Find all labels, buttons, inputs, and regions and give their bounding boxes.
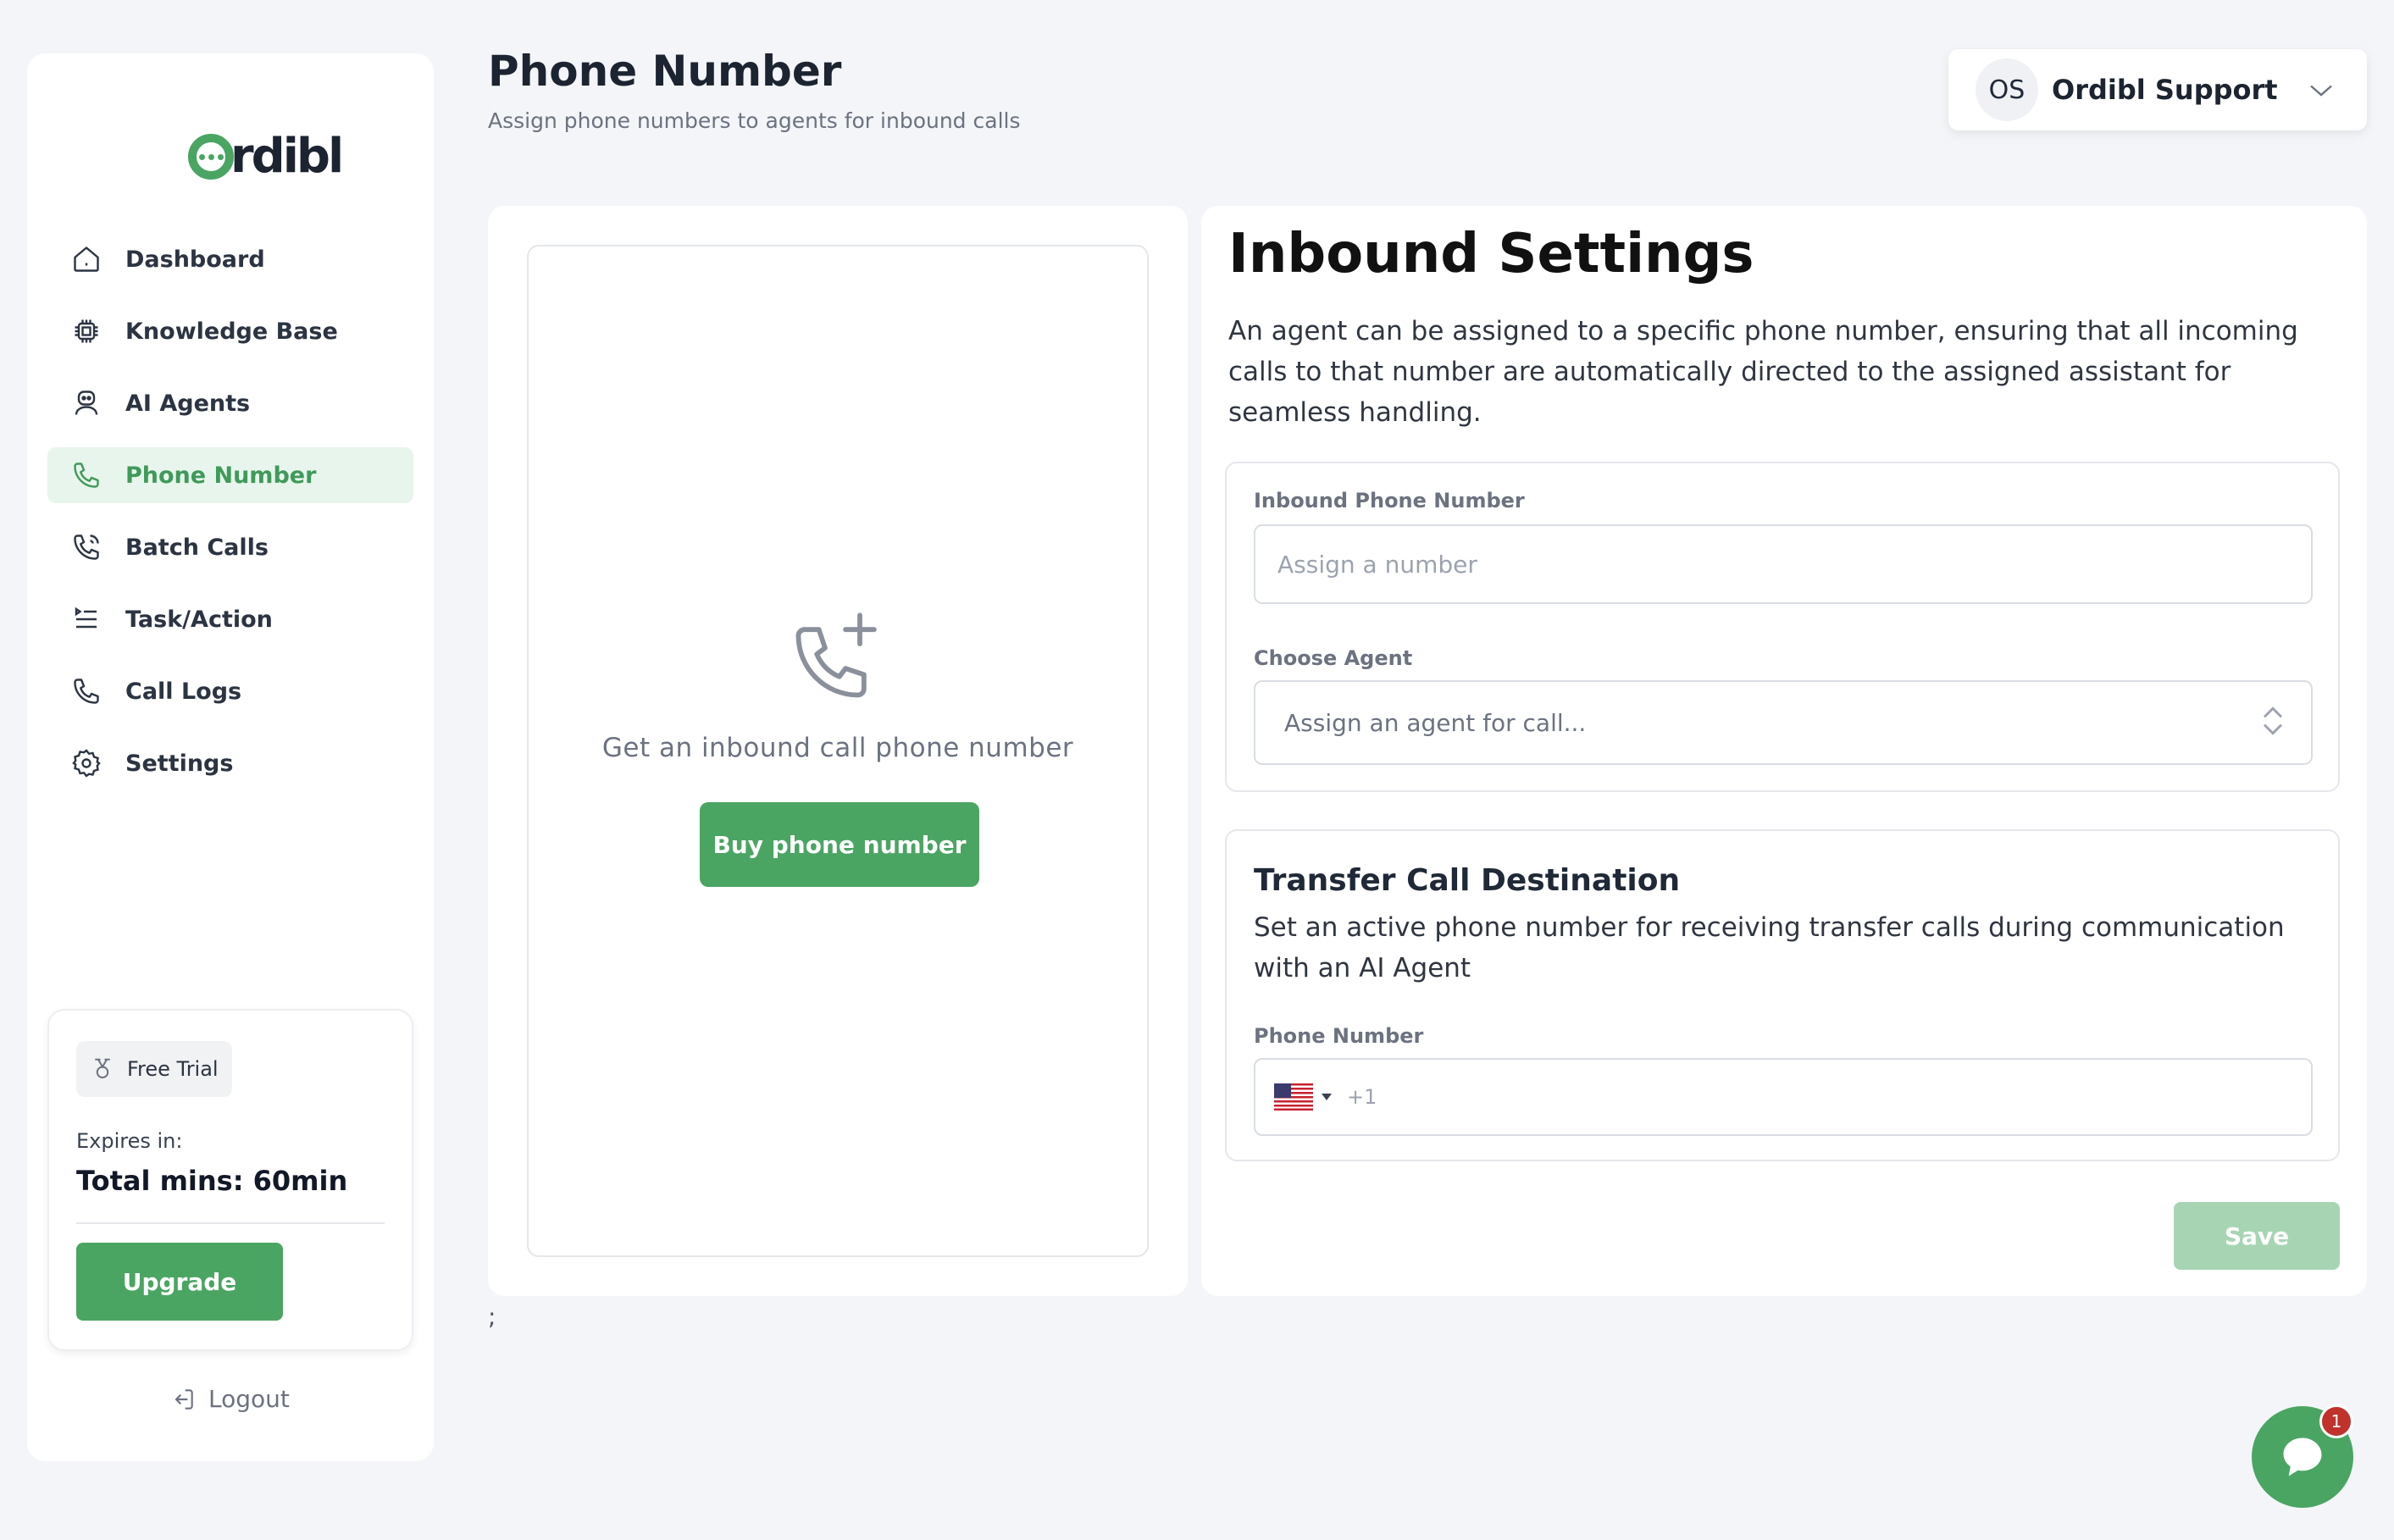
user-menu[interactable]: OS Ordibl Support — [1948, 49, 2367, 130]
sidebar-item-phone-number[interactable]: Phone Number — [47, 447, 413, 503]
phone-calling-icon — [69, 530, 103, 564]
logout-button[interactable]: Logout — [169, 1385, 290, 1413]
empty-state-text: Get an inbound call phone number — [601, 733, 1074, 763]
buy-phone-number-button[interactable]: Buy phone number — [700, 802, 979, 887]
sidebar: rdibl Dashboard Knowledge Base AI Agents… — [27, 53, 434, 1461]
caret-down-icon[interactable] — [1322, 1094, 1332, 1100]
total-mins: Total mins: 60min — [76, 1165, 348, 1197]
chevron-down-icon — [2310, 85, 2332, 97]
divider — [76, 1222, 385, 1224]
sidebar-item-label: Batch Calls — [125, 534, 269, 561]
logo-chat-icon — [188, 134, 234, 180]
gear-icon — [69, 746, 103, 780]
expires-label: Expires in: — [76, 1129, 183, 1153]
medal-icon — [95, 1058, 110, 1078]
sidebar-item-batch-calls[interactable]: Batch Calls — [47, 519, 413, 575]
trial-card: Free Trial Expires in: Total mins: 60min… — [47, 1009, 413, 1351]
transfer-call-title: Transfer Call Destination — [1254, 863, 1681, 898]
choose-agent-placeholder: Assign an agent for call... — [1284, 708, 1587, 737]
phone-icon — [69, 674, 103, 708]
inbound-assignment-card: Inbound Phone Number Assign a number Cho… — [1225, 462, 2340, 792]
choose-agent-select[interactable]: Assign an agent for call... — [1254, 680, 2313, 765]
sidebar-item-knowledge-base[interactable]: Knowledge Base — [47, 303, 413, 359]
inbound-number-placeholder: Assign a number — [1277, 550, 1477, 579]
sidebar-item-call-logs[interactable]: Call Logs — [47, 663, 413, 719]
avatar: OS — [1976, 58, 2038, 121]
stray-text: ; — [488, 1303, 496, 1331]
inbound-settings-panel: Inbound Settings An agent can be assigne… — [1201, 206, 2367, 1296]
task-list-icon — [69, 602, 103, 636]
sidebar-item-label: Task/Action — [125, 606, 273, 633]
ordibl-logo[interactable]: rdibl — [188, 129, 344, 184]
sidebar-item-label: Knowledge Base — [125, 318, 338, 345]
notification-badge: 1 — [2319, 1404, 2353, 1438]
inbound-number-input[interactable]: Assign a number — [1254, 524, 2313, 604]
phone-add-icon — [795, 612, 877, 698]
chip-icon — [69, 314, 103, 348]
transfer-call-description: Set an active phone number for receiving… — [1254, 912, 2285, 983]
user-name: Ordibl Support — [2052, 74, 2278, 106]
save-button[interactable]: Save — [2174, 1202, 2340, 1270]
free-trial-label: Free Trial — [127, 1057, 219, 1081]
phone-icon — [69, 458, 103, 492]
us-flag-icon[interactable] — [1274, 1083, 1313, 1111]
chat-icon — [2283, 1438, 2322, 1476]
robot-icon — [69, 386, 103, 420]
sidebar-nav: Dashboard Knowledge Base AI Agents Phone… — [47, 231, 413, 807]
transfer-call-card: Transfer Call Destination Set an active … — [1225, 829, 2340, 1161]
sidebar-item-label: Phone Number — [125, 462, 317, 489]
inbound-settings-description: An agent can be assigned to a specific p… — [1228, 316, 2298, 428]
logout-label: Logout — [208, 1385, 290, 1413]
sidebar-item-dashboard[interactable]: Dashboard — [47, 231, 413, 287]
phone-number-list-panel: Get an inbound call phone number Buy pho… — [488, 206, 1188, 1296]
free-trial-badge: Free Trial — [76, 1041, 232, 1097]
sidebar-item-label: AI Agents — [125, 390, 251, 417]
sidebar-item-label: Settings — [125, 750, 234, 777]
page-subtitle: Assign phone numbers to agents for inbou… — [488, 108, 1021, 133]
sidebar-item-settings[interactable]: Settings — [47, 735, 413, 791]
choose-agent-label: Choose Agent — [1254, 646, 1413, 670]
upgrade-button[interactable]: Upgrade — [76, 1243, 283, 1321]
inbound-number-label: Inbound Phone Number — [1254, 489, 1525, 512]
logo-text: rdibl — [230, 129, 344, 184]
logout-icon — [175, 1388, 193, 1410]
page-title: Phone Number — [488, 47, 842, 96]
dial-code: +1 — [1347, 1085, 1377, 1109]
sidebar-item-label: Call Logs — [125, 678, 242, 705]
sidebar-item-task-action[interactable]: Task/Action — [47, 591, 413, 647]
home-icon — [69, 242, 103, 276]
sidebar-item-label: Dashboard — [125, 246, 265, 273]
empty-state: Get an inbound call phone number Buy pho… — [527, 245, 1149, 1257]
select-arrows-icon — [2264, 706, 2282, 735]
inbound-settings-title: Inbound Settings — [1228, 223, 1754, 285]
transfer-phone-input[interactable]: +1 — [1254, 1058, 2313, 1136]
phone-number-label: Phone Number — [1254, 1024, 1424, 1048]
sidebar-item-ai-agents[interactable]: AI Agents — [47, 375, 413, 431]
